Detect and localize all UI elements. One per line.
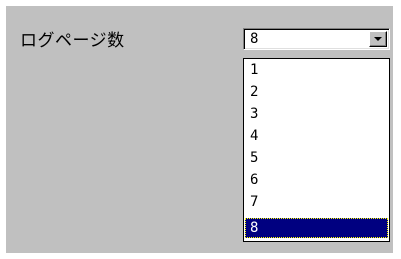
combobox-selected-value: 8 bbox=[250, 31, 259, 47]
dropdown-option-3[interactable]: 3 bbox=[245, 104, 388, 124]
dropdown-option-8[interactable]: 8 bbox=[245, 218, 388, 238]
settings-panel: ログページ数 8 1 2 3 4 5 6 7 8 bbox=[6, 6, 393, 253]
dropdown-option-6[interactable]: 6 bbox=[245, 170, 388, 190]
log-page-count-combobox[interactable]: 8 bbox=[243, 28, 390, 50]
dropdown-list[interactable]: 1 2 3 4 5 6 7 8 bbox=[243, 58, 390, 242]
chevron-down-icon bbox=[374, 37, 382, 41]
dropdown-option-5[interactable]: 5 bbox=[245, 148, 388, 168]
dropdown-option-7[interactable]: 7 bbox=[245, 192, 388, 212]
dropdown-option-2[interactable]: 2 bbox=[245, 82, 388, 102]
log-page-count-label: ログページ数 bbox=[20, 31, 125, 51]
dropdown-option-1[interactable]: 1 bbox=[245, 60, 388, 80]
dropdown-option-4[interactable]: 4 bbox=[245, 126, 388, 146]
dropdown-toggle-button[interactable] bbox=[369, 31, 387, 47]
